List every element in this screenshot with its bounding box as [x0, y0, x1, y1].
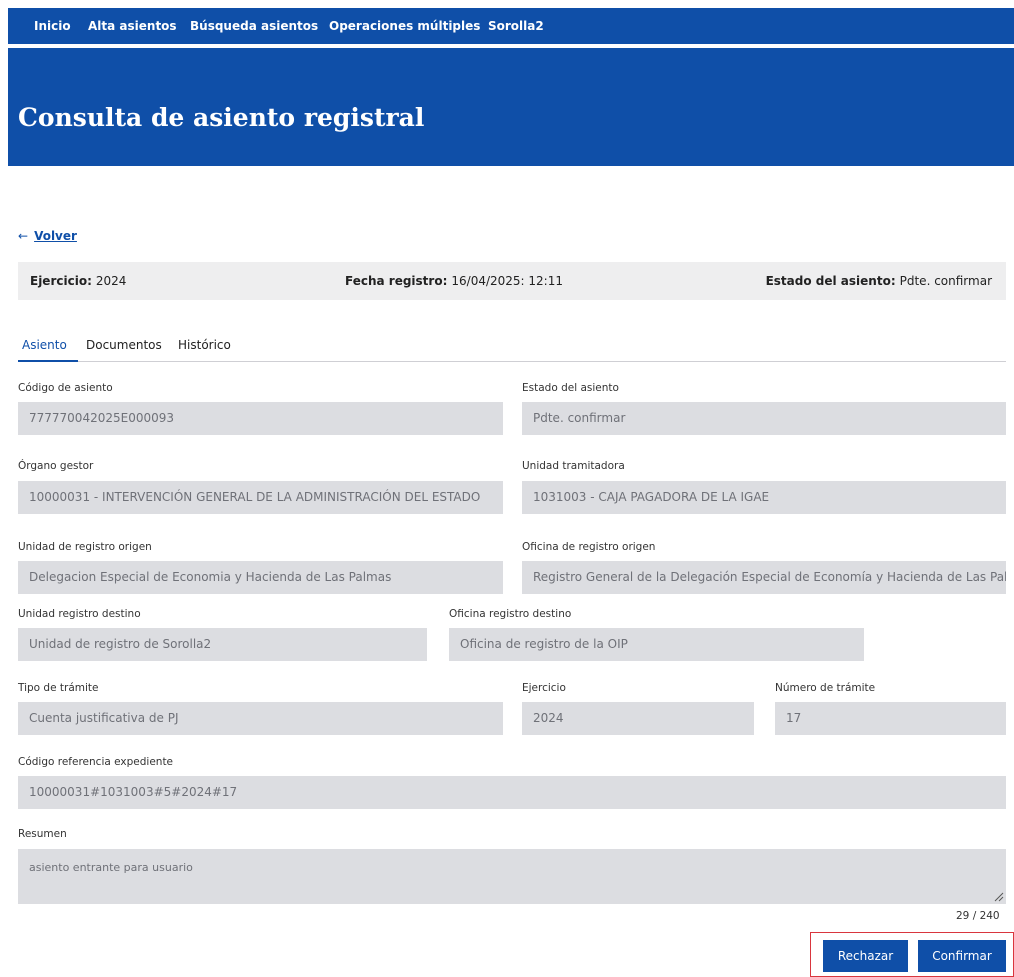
summary-fecha: Fecha registro: 16/04/2025: 12:11: [345, 274, 563, 288]
oficina-registro-destino-field[interactable]: Oficina de registro de la OIP: [449, 628, 864, 661]
summary-fecha-label: Fecha registro:: [345, 274, 448, 288]
numero-tramite-field[interactable]: 17: [775, 702, 1006, 735]
back-link[interactable]: ← Volver: [18, 229, 77, 243]
reject-button[interactable]: Rechazar: [823, 940, 908, 972]
oficina-registro-origen-field[interactable]: Registro General de la Delegación Especi…: [522, 561, 1006, 594]
ejercicio-field[interactable]: 2024: [522, 702, 754, 735]
unidad-tramitadora-field[interactable]: 1031003 - CAJA PAGADORA DE LA IGAE: [522, 481, 1006, 514]
tab-bar: Asiento Documentos Histórico: [18, 332, 1006, 362]
summary-bar: Ejercicio: 2024 Fecha registro: 16/04/2025…: [18, 262, 1006, 300]
summary-estado-value: Pdte. confirmar: [899, 274, 992, 288]
numero-tramite-label: Número de trámite: [775, 682, 876, 694]
organo-gestor-label: Órgano gestor: [18, 460, 94, 472]
page-title: Consulta de asiento registral: [18, 103, 425, 132]
codigo-asiento-field[interactable]: 777770042025E000093: [18, 402, 503, 435]
codigo-referencia-field[interactable]: 10000031#1031003#5#2024#17: [18, 776, 1006, 809]
nav-item-busqueda-asientos[interactable]: Búsqueda asientos: [190, 19, 318, 33]
nav-item-alta-asientos[interactable]: Alta asientos: [88, 19, 177, 33]
unidad-registro-destino-field[interactable]: Unidad de registro de Sorolla2: [18, 628, 427, 661]
top-navigation: Inicio Alta asientos Búsqueda asientos O…: [8, 8, 1014, 46]
summary-ejercicio-label: Ejercicio:: [30, 274, 92, 288]
arrow-left-icon: ←: [18, 229, 29, 243]
resumen-label: Resumen: [18, 828, 67, 840]
summary-fecha-value: 16/04/2025: 12:11: [451, 274, 563, 288]
resize-handle-icon[interactable]: [994, 892, 1004, 902]
resumen-text: asiento entrante para usuario: [29, 861, 193, 874]
tipo-tramite-field[interactable]: Cuenta justificativa de PJ: [18, 702, 503, 735]
active-tab-indicator: [18, 360, 78, 362]
summary-estado: Estado del asiento: Pdte. confirmar: [766, 274, 992, 288]
summary-estado-label: Estado del asiento:: [765, 274, 896, 288]
tab-historico[interactable]: Histórico: [178, 338, 231, 352]
unidad-tramitadora-label: Unidad tramitadora: [522, 460, 625, 472]
estado-asiento-field[interactable]: Pdte. confirmar: [522, 402, 1006, 435]
back-link-label: Volver: [34, 229, 77, 243]
tab-documentos[interactable]: Documentos: [86, 338, 162, 352]
summary-ejercicio: Ejercicio: 2024: [30, 274, 126, 288]
confirm-button[interactable]: Confirmar: [918, 940, 1006, 972]
ejercicio-label: Ejercicio: [522, 682, 566, 694]
unidad-registro-origen-label: Unidad de registro origen: [18, 541, 152, 553]
summary-ejercicio-value: 2024: [95, 274, 127, 288]
unidad-registro-destino-label: Unidad registro destino: [18, 608, 141, 620]
estado-asiento-label: Estado del asiento: [522, 382, 619, 394]
tipo-tramite-label: Tipo de trámite: [18, 682, 99, 694]
resumen-textarea[interactable]: asiento entrante para usuario: [18, 849, 1006, 904]
page-banner: Consulta de asiento registral: [8, 48, 1014, 166]
tab-asiento[interactable]: Asiento: [22, 338, 67, 352]
oficina-registro-destino-label: Oficina registro destino: [449, 608, 572, 620]
unidad-registro-origen-field[interactable]: Delegacion Especial de Economia y Hacien…: [18, 561, 503, 594]
organo-gestor-field[interactable]: 10000031 - INTERVENCIÓN GENERAL DE LA AD…: [18, 481, 503, 514]
nav-item-operaciones-multiples[interactable]: Operaciones múltiples: [329, 19, 480, 33]
oficina-registro-origen-label: Oficina de registro origen: [522, 541, 656, 553]
nav-item-sorolla2[interactable]: Sorolla2: [488, 19, 544, 33]
character-counter: 29 / 240: [956, 910, 1000, 922]
nav-item-inicio[interactable]: Inicio: [34, 19, 71, 33]
codigo-referencia-label: Código referencia expediente: [18, 756, 174, 768]
codigo-asiento-label: Código de asiento: [18, 382, 113, 394]
